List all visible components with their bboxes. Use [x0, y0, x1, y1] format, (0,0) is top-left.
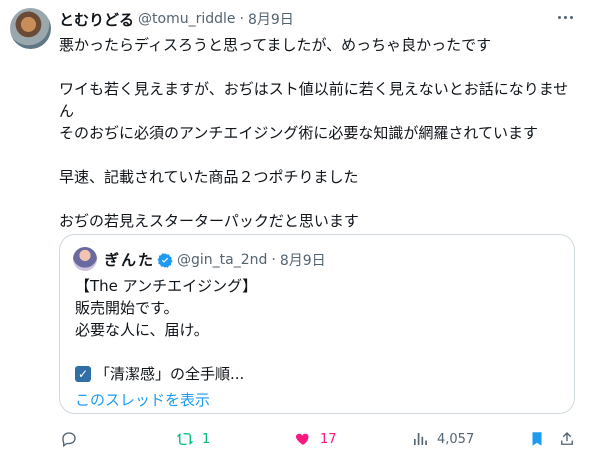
separator-dot: ·	[271, 251, 276, 268]
like-count: 17	[320, 431, 337, 447]
reply-button[interactable]	[60, 429, 78, 449]
tweet-line: そのおぢに必須のアンチエイジング術に必要な知識が網羅されています	[59, 124, 538, 142]
tweet-line: 早速、記載されていた商品２つポチりました	[59, 168, 359, 186]
quoted-author-avatar[interactable]	[73, 247, 97, 271]
retweet-count: 1	[202, 431, 211, 447]
heart-icon	[295, 433, 309, 445]
separator-dot: ·	[239, 11, 244, 27]
tweet-line: ん	[59, 102, 75, 120]
views-button[interactable]: 4,057	[411, 429, 474, 449]
action-bar: 1 17 4,057	[60, 429, 580, 449]
quoted-tweet-text: 【The アンチエイジング】 販売開始です。 必要な人に、届け。 ✓ 「清潔感」…	[75, 275, 257, 411]
quoted-line: 販売開始です。	[75, 299, 179, 317]
quoted-tweet-header: ぎんた @gin_ta_2nd · 8月9日	[104, 249, 326, 270]
share-icon	[561, 432, 573, 445]
views-icon	[414, 433, 427, 445]
author-name[interactable]: とむりどる	[59, 9, 134, 30]
verified-badge-icon	[157, 252, 173, 268]
quoted-checked-line: ✓ 「清潔感」の全手順...	[75, 363, 257, 385]
tweet-line: おぢの若見えスターターパックだと思います	[59, 212, 359, 230]
quoted-line: 【The アンチエイジング】	[75, 277, 258, 295]
tweet-text: 悪かったらディスろうと思ってましたが、めっちゃ良かったです ワイも若く見えますが…	[59, 34, 577, 232]
like-button[interactable]: 17	[294, 429, 337, 449]
quoted-checked-text: 「清潔感」の全手順...	[95, 365, 245, 383]
quoted-tweet-date[interactable]: 8月9日	[280, 250, 326, 270]
reply-icon	[62, 432, 76, 448]
retweet-button[interactable]: 1	[176, 429, 210, 449]
tweet-line: ワイも若く見えますが、おぢはスト値以前に若く見えないとお話になりませ	[59, 80, 569, 98]
retweet-icon	[176, 433, 194, 445]
bookmark-button[interactable]	[528, 429, 546, 449]
author-avatar[interactable]	[10, 8, 51, 49]
more-options-icon[interactable]	[558, 12, 578, 22]
quoted-author-name[interactable]: ぎんた	[104, 249, 155, 270]
tweet-line: 悪かったらディスろうと思ってましたが、めっちゃ良かったです	[59, 36, 492, 54]
views-count: 4,057	[437, 431, 475, 447]
quoted-author-handle[interactable]: @gin_ta_2nd	[177, 252, 267, 268]
quoted-line-blank	[75, 341, 257, 363]
check-mark-icon: ✓	[75, 366, 91, 382]
show-thread-link[interactable]: このスレッドを表示	[75, 389, 257, 411]
tweet-header: とむりどる @tomu_riddle · 8月9日	[59, 9, 294, 29]
tweet-date[interactable]: 8月9日	[248, 9, 294, 29]
bookmark-icon	[532, 432, 542, 446]
share-button[interactable]	[558, 429, 576, 449]
quoted-line: 必要な人に、届け。	[75, 321, 209, 339]
quoted-tweet[interactable]: ぎんた @gin_ta_2nd · 8月9日 【The アンチエイジング】 販売…	[59, 234, 575, 414]
author-handle[interactable]: @tomu_riddle	[138, 11, 236, 27]
